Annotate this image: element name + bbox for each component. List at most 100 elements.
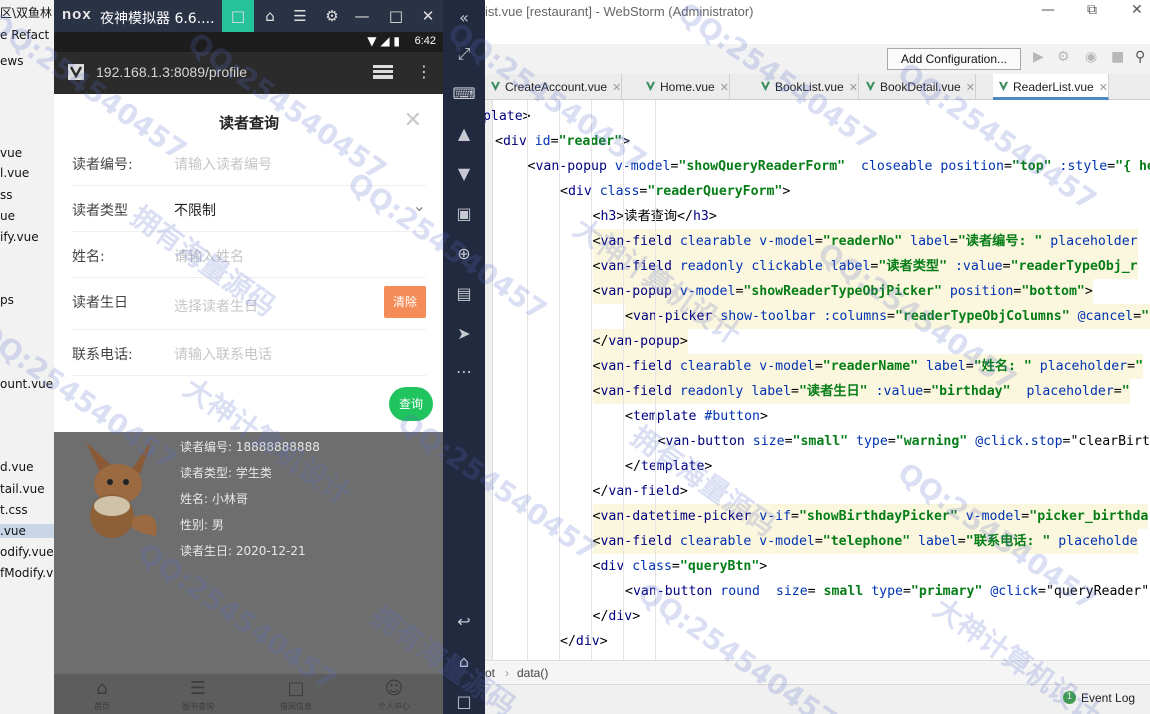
- code-line[interactable]: <div id="reader">: [495, 129, 630, 154]
- code-line[interactable]: <van-field clearable v-model="readerNo" …: [592, 229, 1138, 254]
- breadcrumb-item[interactable]: data(): [517, 666, 548, 680]
- tab-close-icon[interactable]: ✕: [849, 82, 858, 94]
- tab-profile[interactable]: ☺ 个人中心: [364, 678, 424, 712]
- tab-borrow[interactable]: □ 借阅信息: [266, 678, 326, 712]
- app-store-icon[interactable]: □: [222, 0, 254, 32]
- code-line[interactable]: <van-field readonly label="读者生日" :value=…: [592, 379, 1130, 404]
- tab-booklist-vue[interactable]: BookList.vue ✕: [755, 74, 859, 100]
- code-line[interactable]: <div class="readerQueryForm">: [560, 179, 790, 204]
- code-line[interactable]: <div class="queryBtn">: [593, 554, 768, 579]
- event-log-button[interactable]: Event Log: [1081, 691, 1135, 705]
- project-tree-item[interactable]: t.css: [0, 503, 28, 517]
- multi-window-icon[interactable]: ▤: [443, 284, 485, 303]
- project-tree-item[interactable]: .vue: [0, 524, 55, 538]
- recent-apps-icon[interactable]: □: [443, 692, 485, 711]
- project-tree-item[interactable]: 区\双鱼林: [0, 4, 52, 21]
- run-icon[interactable]: ▶: [1033, 49, 1044, 65]
- code-line[interactable]: </div>: [593, 604, 641, 629]
- search-icon[interactable]: ⚲: [1135, 49, 1145, 65]
- project-tree-item[interactable]: ps: [0, 293, 14, 307]
- project-tree-item[interactable]: ss: [0, 188, 13, 202]
- keyboard-icon[interactable]: ⌨: [443, 84, 485, 103]
- clear-birthday-button[interactable]: 清除: [384, 286, 426, 318]
- tab-bookdetail-vue[interactable]: BookDetail.vue ✕: [860, 74, 976, 100]
- reader-type-field[interactable]: 读者类型 不限制 ⌄: [72, 186, 426, 232]
- tab-close-icon[interactable]: ✕: [612, 82, 621, 94]
- restore-icon[interactable]: ⧉: [1087, 2, 1097, 18]
- tab-close-icon[interactable]: ✕: [720, 82, 729, 94]
- code-line[interactable]: </div>: [560, 629, 608, 654]
- code-line[interactable]: </van-field>: [593, 479, 688, 504]
- tab-close-icon[interactable]: ✕: [1099, 82, 1108, 94]
- android-home-icon[interactable]: ⌂: [443, 652, 485, 671]
- debug-icon[interactable]: ⚙: [1057, 49, 1070, 65]
- project-tree-item[interactable]: tail.vue: [0, 482, 45, 496]
- birthday-field[interactable]: 读者生日 选择读者生日 清除: [72, 278, 426, 330]
- code-line[interactable]: mplate>: [485, 104, 531, 129]
- settings-gear-icon[interactable]: ⚙: [320, 4, 344, 28]
- tabs-icon[interactable]: [372, 64, 394, 80]
- tab-home[interactable]: ⌂ 首页: [72, 678, 132, 712]
- reader-no-field[interactable]: 读者编号: 请输入读者编号: [72, 140, 426, 186]
- screen-icon[interactable]: ▣: [443, 204, 485, 223]
- url-text[interactable]: 192.168.1.3:8089/profile: [96, 64, 247, 80]
- project-tree-item[interactable]: fModify.v: [0, 566, 53, 580]
- reader-name-field[interactable]: 姓名: 请输入姓名: [72, 232, 426, 278]
- project-tree-item[interactable]: ify.vue: [0, 230, 39, 244]
- project-tree-item[interactable]: ount.vue: [0, 377, 53, 391]
- minimize-icon[interactable]: —: [1041, 2, 1055, 18]
- home-shortcut-icon[interactable]: ⌂: [258, 4, 282, 28]
- telephone-input[interactable]: 请输入联系电话: [174, 344, 272, 364]
- project-tree-item[interactable]: ue: [0, 209, 15, 223]
- code-line[interactable]: <van-button round size= small type="prim…: [625, 579, 1149, 604]
- menu-icon[interactable]: ☰: [288, 4, 312, 28]
- code-line[interactable]: <van-popup v-model="showReaderTypeObjPic…: [592, 279, 1093, 304]
- close-icon[interactable]: ✕: [1131, 2, 1143, 18]
- close-icon[interactable]: ✕: [416, 4, 440, 28]
- tab-book-query[interactable]: ☰ 图书查询: [168, 678, 228, 712]
- volume-up-icon[interactable]: ▲: [443, 124, 485, 143]
- code-line[interactable]: </van-popup>: [592, 329, 688, 354]
- coverage-icon[interactable]: ◉: [1085, 49, 1097, 65]
- project-tree-item[interactable]: l.vue: [0, 166, 29, 180]
- code-line[interactable]: <van-picker show-toolbar :columns="reade…: [625, 304, 1150, 329]
- more-horizontal-icon[interactable]: ⋯: [443, 362, 485, 381]
- maximize-icon[interactable]: □: [384, 4, 408, 28]
- reader-type-value[interactable]: 不限制: [174, 200, 216, 220]
- project-tree-item[interactable]: d.vue: [0, 460, 34, 474]
- tab-readerlist-vue[interactable]: ReaderList.vue ✕: [993, 74, 1109, 100]
- collapse-icon[interactable]: «: [443, 8, 485, 27]
- tab-createaccount-vue[interactable]: CreateAccount.vue ✕: [485, 74, 623, 100]
- project-tree-item[interactable]: e Refact: [0, 28, 49, 42]
- stop-icon[interactable]: ■: [1111, 49, 1124, 65]
- query-button[interactable]: 查询: [389, 387, 433, 421]
- chevron-down-icon[interactable]: ⌄: [413, 196, 426, 215]
- reader-name-input[interactable]: 请输入姓名: [174, 246, 244, 266]
- code-line[interactable]: </template>: [625, 454, 712, 479]
- project-tree-item[interactable]: vue: [0, 146, 22, 160]
- birthday-input[interactable]: 选择读者生日: [174, 296, 258, 316]
- tab-close-icon[interactable]: ✕: [966, 82, 975, 94]
- code-line[interactable]: <van-button size="small" type="warning" …: [658, 429, 1150, 454]
- add-configuration-button[interactable]: Add Configuration...: [887, 48, 1021, 70]
- code-line[interactable]: <van-popup v-model="showQueryReaderForm"…: [528, 154, 1150, 179]
- breadcrumb-item[interactable]: ot: [485, 666, 495, 680]
- project-tree-item[interactable]: odify.vue: [0, 545, 54, 559]
- reader-no-input[interactable]: 请输入读者编号: [174, 154, 272, 174]
- dimmed-overlay[interactable]: 读者编号: 18888888888 读者类型: 学生类 姓名: 小林哥 性别: …: [54, 432, 444, 714]
- code-line[interactable]: <template #button>: [625, 404, 768, 429]
- more-vertical-icon[interactable]: ⋮: [416, 62, 432, 81]
- telephone-field[interactable]: 联系电话: 请输入联系电话: [72, 330, 426, 376]
- code-editor[interactable]: mplate><div id="reader"><van-popup v-mod…: [485, 100, 1150, 660]
- code-line[interactable]: <van-field clearable v-model="readerName…: [592, 354, 1144, 379]
- reader-card[interactable]: 读者编号: 18888888888 读者类型: 学生类 姓名: 小林哥 性别: …: [68, 432, 444, 562]
- code-line[interactable]: <van-field clearable v-model="telephone"…: [592, 529, 1138, 554]
- code-line[interactable]: <van-datetime-picker v-if="showBirthdayP…: [592, 504, 1149, 529]
- code-line[interactable]: <van-field readonly clickable label="读者类…: [592, 254, 1138, 279]
- popup-close-icon[interactable]: ✕: [404, 108, 422, 133]
- apk-install-icon[interactable]: ⊕: [443, 244, 485, 263]
- volume-down-icon[interactable]: ▼: [443, 164, 485, 183]
- rocket-icon[interactable]: ➤: [443, 324, 485, 343]
- minimize-icon[interactable]: —: [350, 4, 374, 28]
- project-tree-item[interactable]: ews: [0, 54, 23, 68]
